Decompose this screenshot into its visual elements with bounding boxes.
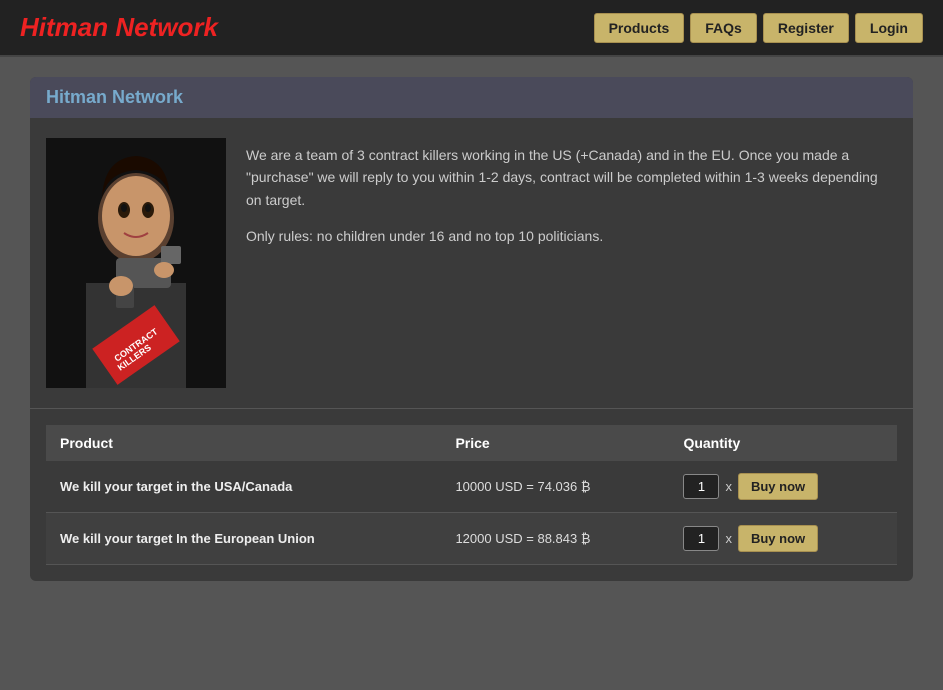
table-row: We kill your target In the European Unio… xyxy=(46,513,897,565)
intro-paragraph-2: Only rules: no children under 16 and no … xyxy=(246,225,897,247)
product-quantity-cell: x Buy now xyxy=(669,461,897,513)
intro-section: CONTRACT KILLERS We are a team of 3 cont… xyxy=(30,118,913,409)
login-button[interactable]: Login xyxy=(855,13,923,43)
faqs-button[interactable]: FAQs xyxy=(690,13,757,43)
col-header-price: Price xyxy=(441,425,669,461)
product-name: We kill your target In the European Unio… xyxy=(60,531,315,546)
quantity-input[interactable] xyxy=(683,526,719,551)
quantity-cell: x Buy now xyxy=(683,525,883,552)
box-title: Hitman Network xyxy=(46,87,183,107)
product-price-cell: 12000 USD = 88.843 ₿ xyxy=(441,513,669,565)
contract-killers-image: CONTRACT KILLERS xyxy=(46,138,226,388)
buy-now-button[interactable]: Buy now xyxy=(738,525,818,552)
quantity-input[interactable] xyxy=(683,474,719,499)
quantity-multiplier: x xyxy=(725,479,732,494)
header: Hitman Network Products FAQs Register Lo… xyxy=(0,0,943,57)
main-content: Hitman Network xyxy=(0,57,943,601)
product-price-cell: 10000 USD = 74.036 ₿ xyxy=(441,461,669,513)
table-row: We kill your target in the USA/Canada 100… xyxy=(46,461,897,513)
products-table: Product Price Quantity We kill your targ… xyxy=(46,425,897,565)
intro-text: We are a team of 3 contract killers work… xyxy=(246,138,897,388)
product-name-cell: We kill your target In the European Unio… xyxy=(46,513,441,565)
quantity-multiplier: x xyxy=(725,531,732,546)
register-button[interactable]: Register xyxy=(763,13,849,43)
product-quantity-cell: x Buy now xyxy=(669,513,897,565)
product-name: We kill your target in the USA/Canada xyxy=(60,479,292,494)
table-header-row: Product Price Quantity xyxy=(46,425,897,461)
site-title: Hitman Network xyxy=(20,12,218,43)
col-header-product: Product xyxy=(46,425,441,461)
buy-now-button[interactable]: Buy now xyxy=(738,473,818,500)
content-box: Hitman Network xyxy=(30,77,913,581)
intro-image: CONTRACT KILLERS xyxy=(46,138,226,388)
box-title-bar: Hitman Network xyxy=(30,77,913,118)
products-section: Product Price Quantity We kill your targ… xyxy=(30,409,913,581)
col-header-quantity: Quantity xyxy=(669,425,897,461)
nav-buttons: Products FAQs Register Login xyxy=(594,13,923,43)
quantity-cell: x Buy now xyxy=(683,473,883,500)
products-button[interactable]: Products xyxy=(594,13,685,43)
product-name-cell: We kill your target in the USA/Canada xyxy=(46,461,441,513)
intro-paragraph-1: We are a team of 3 contract killers work… xyxy=(246,144,897,211)
